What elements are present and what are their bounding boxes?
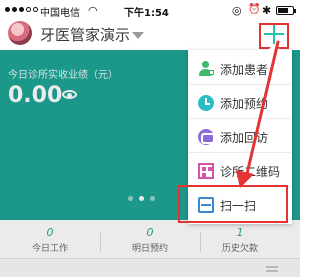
- app-header: 牙医管家演示: [0, 20, 300, 48]
- qr-code-icon: [198, 163, 214, 179]
- menu-item-add-appointment[interactable]: 添加预约: [188, 86, 292, 119]
- followup-icon: [198, 129, 215, 145]
- menu-item-clinic-qr[interactable]: 诊所二维码: [188, 154, 292, 187]
- scan-highlight-box: [178, 185, 288, 223]
- status-bar: 中国电信 ◠ 下午1:54 ◎ ⏰ ✱: [0, 0, 300, 20]
- bluetooth-icon: ✱: [262, 4, 272, 17]
- menu-item-add-followup[interactable]: 添加回访: [188, 120, 292, 153]
- rotation-lock-icon: ◎: [232, 4, 242, 17]
- menu-item-add-patient[interactable]: 添加患者: [188, 52, 292, 85]
- menu-item-label: 诊所二维码: [220, 165, 281, 179]
- clock-time: 下午1:54: [124, 8, 169, 19]
- clinic-avatar[interactable]: [8, 21, 32, 45]
- menu-item-label: 添加患者: [220, 63, 269, 77]
- alarm-icon: ⏰: [248, 4, 261, 15]
- wifi-icon: ◠: [88, 4, 98, 17]
- chevron-down-icon[interactable]: [132, 32, 144, 39]
- carrier-name: 中国电信: [40, 8, 80, 19]
- menu-item-label: 添加回访: [220, 131, 269, 145]
- signal-strength-icon: [5, 7, 38, 12]
- clock-icon: [198, 95, 214, 111]
- add-patient-icon: [198, 61, 214, 77]
- battery-icon: [276, 6, 296, 15]
- menu-item-label: 添加预约: [220, 97, 269, 111]
- clinic-name[interactable]: 牙医管家演示: [40, 24, 130, 45]
